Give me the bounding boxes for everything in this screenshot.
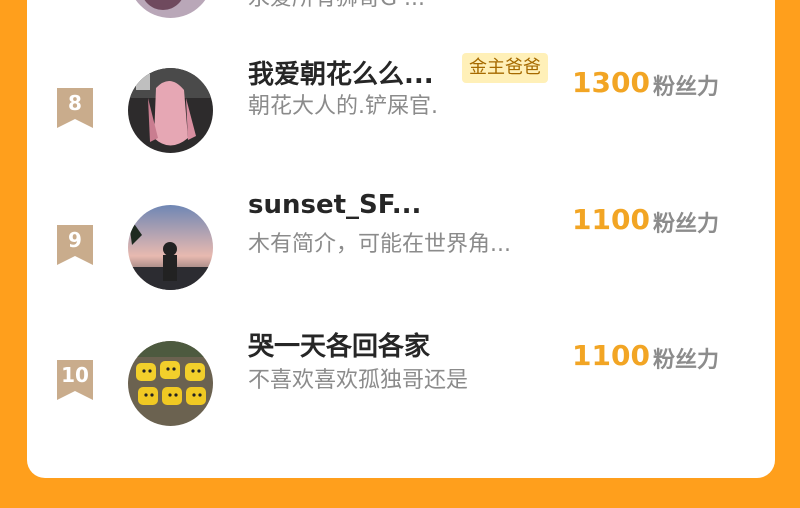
user-name[interactable]: 我爱朝花么么... [248,54,434,91]
avatar[interactable] [128,68,213,153]
avatar[interactable] [128,205,213,290]
rank-badge: 8 [55,88,95,128]
rank-badge: 9 [55,225,95,265]
bio-text: 不喜欢喜欢孤独哥还是 [248,368,469,393]
ranking-card: 永爱所有狮哥G‘... 8 我爱朝花么么... 金主爸爸 朝花大人的.铲屎官. … [27,0,775,478]
bio-text: 木有简介，可能在世界角... [248,232,511,257]
user-name[interactable]: 哭一天各回各家 [248,326,430,363]
list-item-partial[interactable]: 永爱所有狮哥G‘... [27,0,775,18]
status-badge: 金主爸爸 [462,53,548,83]
score-unit: 粉丝力 [653,212,720,237]
score-unit: 粉丝力 [653,75,720,100]
rank-number: 9 [68,228,82,252]
score-value: 1100 [572,339,650,372]
rank-number: 10 [61,363,89,387]
avatar[interactable] [128,341,213,426]
avatar[interactable] [128,0,213,18]
list-item[interactable]: 9 sunset_SF... 木有简介，可能在世界角... 1100 粉丝力 [27,185,775,305]
rank-number: 8 [68,91,82,115]
list-item[interactable]: 8 我爱朝花么么... 金主爸爸 朝花大人的.铲屎官. 1300 粉丝力 [27,49,775,169]
user-name[interactable]: sunset_SF... [248,190,421,220]
bio-text: 永爱所有狮哥G‘... [248,0,425,12]
score-value: 1100 [572,203,650,236]
score-value: 1300 [572,66,650,99]
score-unit: 粉丝力 [653,348,720,373]
rank-badge: 10 [55,360,95,400]
list-item[interactable]: 10 哭一天各回各家 不喜欢喜欢孤独哥还是 1100 粉丝力 [27,321,775,441]
bio-text: 朝花大人的.铲屎官. [248,94,438,119]
